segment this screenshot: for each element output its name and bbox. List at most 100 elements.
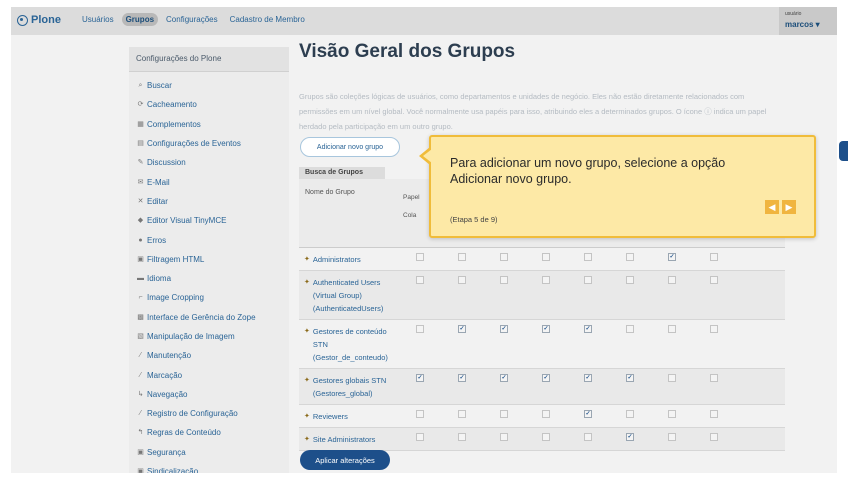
role-checkbox[interactable]: [416, 276, 424, 284]
sidebar-item[interactable]: ◆ Editor Visual TinyMCE: [137, 211, 289, 230]
group-name-cell[interactable]: ✦ Administrators: [299, 248, 399, 270]
side-tab[interactable]: [839, 141, 848, 161]
sidebar-item[interactable]: ⁄ Marcação: [137, 365, 289, 384]
role-checkbox[interactable]: [416, 325, 424, 333]
nav-groups[interactable]: Grupos: [121, 13, 159, 26]
sidebar-item[interactable]: ✎ Discussion: [137, 153, 289, 172]
role-checkbox[interactable]: [710, 374, 718, 382]
role-checkbox[interactable]: ✓: [542, 325, 550, 333]
role-checkbox[interactable]: [668, 276, 676, 284]
role-checkbox[interactable]: [458, 433, 466, 441]
role-checkbox[interactable]: [584, 276, 592, 284]
role-checkbox[interactable]: ✓: [626, 374, 634, 382]
sidebar-item[interactable]: ▧ Manipulação de Imagem: [137, 327, 289, 346]
role-checkbox[interactable]: ✓: [542, 374, 550, 382]
role-checkbox[interactable]: ✓: [416, 374, 424, 382]
role-checkbox[interactable]: [584, 253, 592, 261]
error-icon: ●: [138, 236, 143, 244]
sidebar-item[interactable]: ● Erros: [137, 230, 289, 249]
group-name-cell[interactable]: ✦ Site Administrators: [299, 428, 399, 450]
role-checkbox[interactable]: [542, 410, 550, 418]
role-checkbox[interactable]: [458, 410, 466, 418]
role-checkbox[interactable]: [710, 433, 718, 441]
group-name[interactable]: Authenticated Users (Virtual Group) (Aut…: [313, 276, 399, 315]
role-checkbox[interactable]: [500, 276, 508, 284]
tab-group-search[interactable]: Busca de Grupos: [299, 167, 385, 179]
role-checkbox[interactable]: [500, 410, 508, 418]
role-checkbox[interactable]: [710, 253, 718, 261]
sidebar-item[interactable]: ▣ Filtragem HTML: [137, 250, 289, 269]
role-checkbox[interactable]: ✓: [500, 325, 508, 333]
role-checkbox[interactable]: [626, 325, 634, 333]
user-label: usuário: [785, 11, 802, 17]
user-menu[interactable]: usuário marcos ▾: [779, 7, 837, 35]
group-name-cell[interactable]: ✦ Authenticated Users (Virtual Group) (Au…: [299, 271, 399, 319]
role-checkbox[interactable]: [542, 253, 550, 261]
group-name[interactable]: Reviewers: [313, 410, 348, 423]
role-checkbox[interactable]: [626, 253, 634, 261]
role-checkbox[interactable]: [458, 253, 466, 261]
role-checkbox[interactable]: [710, 276, 718, 284]
group-name[interactable]: Gestores globais STN (Gestores_global): [313, 374, 399, 400]
sidebar-item[interactable]: ▣ Segurança: [137, 443, 289, 462]
group-icon: ✦: [304, 279, 310, 286]
sidebar-item[interactable]: ▬ Idioma: [137, 269, 289, 288]
sidebar-item[interactable]: ⁄ Manutenção: [137, 346, 289, 365]
role-checkbox[interactable]: ✓: [668, 253, 676, 261]
sidebar-item[interactable]: ↰ Regras de Conteúdo: [137, 423, 289, 442]
user-name[interactable]: marcos ▾: [785, 20, 820, 29]
rules-icon: ↰: [137, 429, 144, 437]
role-checkbox[interactable]: ✓: [584, 325, 592, 333]
sidebar-item[interactable]: ▣ Sindicalização: [137, 462, 289, 473]
role-checkbox[interactable]: [416, 253, 424, 261]
role-checkbox[interactable]: [668, 325, 676, 333]
group-name-cell[interactable]: ✦ Gestores de conteúdo STN (Gestor_de_con…: [299, 320, 399, 368]
nav-member-registration[interactable]: Cadastro de Membro: [226, 13, 309, 26]
sidebar-item[interactable]: ⌐ Image Cropping: [137, 288, 289, 307]
group-name[interactable]: Site Administrators: [313, 433, 376, 446]
sidebar-item[interactable]: ▦ Complementos: [137, 115, 289, 134]
group-name-cell[interactable]: ✦ Gestores globais STN (Gestores_global): [299, 369, 399, 404]
nav-settings[interactable]: Configurações: [162, 13, 222, 26]
tour-next-button[interactable]: ▶: [782, 200, 796, 214]
apply-changes-button[interactable]: Aplicar alterações: [300, 450, 390, 470]
role-checkbox[interactable]: [668, 374, 676, 382]
role-checkbox[interactable]: [458, 276, 466, 284]
role-checkbox[interactable]: [668, 433, 676, 441]
role-checkbox[interactable]: ✓: [626, 433, 634, 441]
role-checkbox[interactable]: [542, 276, 550, 284]
role-checkbox[interactable]: [626, 276, 634, 284]
role-checkbox[interactable]: ✓: [584, 410, 592, 418]
plone-logo[interactable]: Plone: [17, 14, 61, 26]
role-checkbox[interactable]: [500, 253, 508, 261]
role-checkbox[interactable]: [500, 433, 508, 441]
group-name-cell[interactable]: ✦ Reviewers: [299, 405, 399, 427]
role-checkbox[interactable]: [584, 433, 592, 441]
role-checkbox[interactable]: ✓: [584, 374, 592, 382]
role-cell: [651, 410, 693, 420]
tour-prev-button[interactable]: ◀: [765, 200, 779, 214]
role-checkbox[interactable]: [416, 433, 424, 441]
sidebar-item[interactable]: ⁄ Registro de Configuração: [137, 404, 289, 423]
role-checkbox[interactable]: [668, 410, 676, 418]
group-name[interactable]: Gestores de conteúdo STN (Gestor_de_cont…: [313, 325, 399, 364]
role-checkbox[interactable]: [542, 433, 550, 441]
sidebar-item[interactable]: ⌕ Buscar: [137, 76, 289, 95]
role-cell: [609, 276, 651, 286]
role-checkbox[interactable]: [416, 410, 424, 418]
role-checkbox[interactable]: [710, 410, 718, 418]
role-checkbox[interactable]: ✓: [500, 374, 508, 382]
role-checkbox[interactable]: ✓: [458, 325, 466, 333]
sidebar-item[interactable]: ↳ Navegação: [137, 385, 289, 404]
nav-users[interactable]: Usuários: [78, 13, 118, 26]
role-checkbox[interactable]: ✓: [458, 374, 466, 382]
sidebar-item[interactable]: ▩ Interface de Gerência do Zope: [137, 308, 289, 327]
add-group-button[interactable]: Adicionar novo grupo: [300, 137, 400, 157]
role-checkbox[interactable]: [626, 410, 634, 418]
sidebar-item[interactable]: ▤ Configurações de Eventos: [137, 134, 289, 153]
role-checkbox[interactable]: [710, 325, 718, 333]
sidebar-item[interactable]: ✕ Editar: [137, 192, 289, 211]
sidebar-item[interactable]: ⟳ Cacheamento: [137, 95, 289, 114]
group-name[interactable]: Administrators: [313, 253, 361, 266]
sidebar-item[interactable]: ✉ E-Mail: [137, 172, 289, 191]
